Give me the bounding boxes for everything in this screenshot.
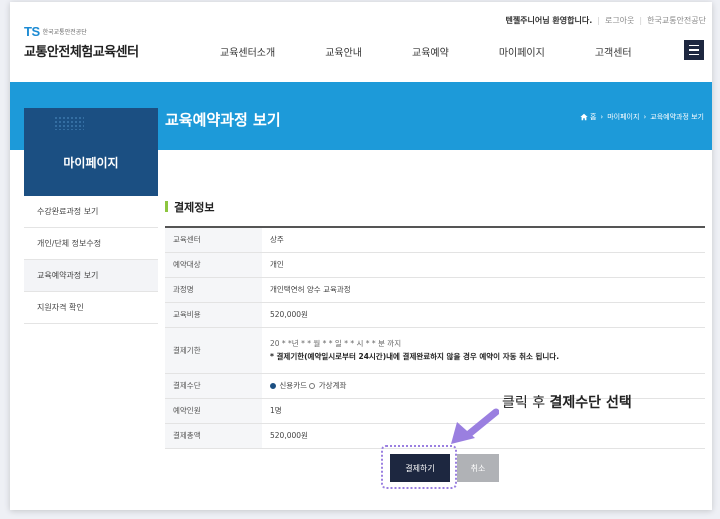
dot-pattern-decoration (54, 116, 84, 130)
site-logo[interactable]: TS 한국교통안전공단 교통안전체험교육센터 (24, 24, 139, 60)
breadcrumb-home[interactable]: 홈 (590, 112, 596, 122)
annotation-arrow-icon (451, 408, 499, 444)
nav-item-center-intro[interactable]: 교육센터소개 (220, 44, 275, 59)
row-value: 상주 (262, 227, 705, 253)
util-divider: | (639, 16, 643, 25)
payment-info-table: 교육센터 상주 예약대상 개인 과정명 개인택연허 양수 교육과정 교육비용 5… (165, 226, 705, 449)
radio-credit-card[interactable] (270, 383, 276, 389)
menu-hamburger-icon[interactable] (684, 40, 704, 60)
table-row: 교육센터 상주 (165, 227, 705, 253)
row-value: 20 * *년 * * 월 * * 일 * * 시 * * 분 까지 * 결제기… (262, 327, 705, 374)
row-value: 520,000원 (262, 302, 705, 328)
sidebar-item-edit-info[interactable]: 개인/단체 정보수정 (24, 228, 158, 260)
row-label: 교육비용 (165, 302, 262, 328)
breadcrumb: 홈 › 마이페이지 › 교육예약과정 보기 (580, 112, 704, 122)
browser-page: TS 한국교통안전공단 교통안전체험교육센터 텐젤주니어님 환영합니다. | 로… (10, 2, 712, 510)
row-value: 개인택연허 양수 교육과정 (262, 277, 705, 303)
section-title: 결제정보 (165, 199, 214, 215)
logo-org-name: 한국교통안전공단 (42, 29, 87, 36)
logo-ts-mark: TS (24, 24, 40, 39)
chevron-right-icon: › (643, 113, 647, 121)
row-label: 결제기한 (165, 327, 262, 374)
sidebar-item-completed-courses[interactable]: 수강완료과정 보기 (24, 196, 158, 228)
radio-label-virtual-account[interactable]: 가상계좌 (319, 381, 347, 390)
chevron-right-icon: › (600, 113, 604, 121)
sidebar-title-box: 마이페이지 (24, 108, 158, 196)
sidebar-item-reserved-courses[interactable]: 교육예약과정 보기 (24, 260, 158, 292)
radio-virtual-account[interactable] (309, 383, 316, 389)
nav-item-customer-center[interactable]: 고객센터 (595, 44, 632, 59)
deadline-note: * 결제기한(예약일시로부터 24시간)내에 결제완료하지 않을 경우 예약이 … (270, 352, 560, 361)
nav-item-mypage[interactable]: 마이페이지 (499, 44, 545, 59)
utility-bar: 텐젤주니어님 환영합니다. | 로그아웃 | 한국교통안전공단 (505, 15, 706, 26)
home-icon[interactable] (580, 113, 588, 121)
table-row: 결제기한 20 * *년 * * 월 * * 일 * * 시 * * 분 까지 … (165, 327, 705, 374)
nav-item-education-guide[interactable]: 교육안내 (325, 44, 362, 59)
row-value: 개인 (262, 252, 705, 278)
logo-title: 교통안전체험교육센터 (24, 45, 139, 60)
table-row: 교육비용 520,000원 (165, 302, 705, 328)
radio-label-credit-card[interactable]: 신용카드 (279, 381, 307, 390)
org-link[interactable]: 한국교통안전공단 (647, 15, 706, 26)
page-title: 교육예약과정 보기 (165, 111, 281, 129)
pay-button[interactable]: 결제하기 (390, 454, 450, 482)
cancel-button[interactable]: 취소 (457, 454, 499, 482)
row-label: 예약인원 (165, 398, 262, 424)
row-label: 결제수단 (165, 373, 262, 399)
sidebar-item-eligibility[interactable]: 지원자격 확인 (24, 292, 158, 324)
nav-item-reservation[interactable]: 교육예약 (412, 44, 449, 59)
row-label: 예약대상 (165, 252, 262, 278)
payment-method-options: 신용카드 가상계좌 (262, 373, 705, 399)
sidebar-title: 마이페이지 (63, 156, 119, 170)
annotation-text-bold: 결제수단 선택 (549, 395, 632, 411)
table-row: 과정명 개인택연허 양수 교육과정 (165, 277, 705, 303)
row-label: 교육센터 (165, 227, 262, 253)
breadcrumb-current: 교육예약과정 보기 (650, 113, 704, 121)
util-divider: | (597, 16, 600, 25)
annotation-text-pre: 클릭 후 (502, 395, 550, 411)
main-nav: 교육센터소개 교육안내 교육예약 마이페이지 고객센터 (220, 44, 682, 59)
sidebar-menu: 수강완료과정 보기 개인/단체 정보수정 교육예약과정 보기 지원자격 확인 (24, 196, 158, 324)
deadline-datetime: 20 * *년 * * 월 * * 일 * * 시 * * 분 까지 (270, 339, 402, 348)
breadcrumb-mypage[interactable]: 마이페이지 (607, 112, 639, 122)
welcome-text: 텐젤주니어님 환영합니다. (505, 16, 593, 25)
annotation-text: 클릭 후 결제수단 선택 (502, 392, 632, 412)
table-row: 예약대상 개인 (165, 252, 705, 278)
logout-link[interactable]: 로그아웃 (605, 15, 634, 26)
row-label: 과정명 (165, 277, 262, 303)
row-label: 결제총액 (165, 423, 262, 449)
